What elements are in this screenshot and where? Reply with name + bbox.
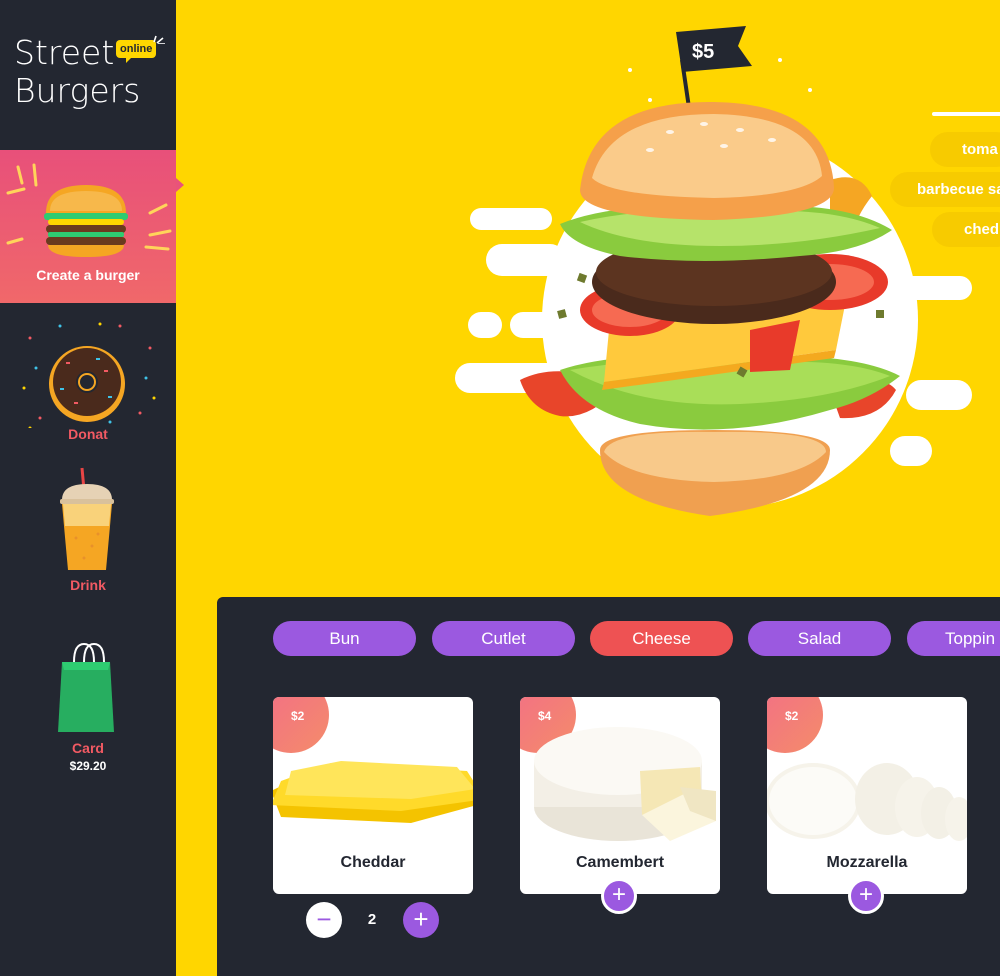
price-badge: $2 — [273, 697, 329, 753]
ingredients-divider — [932, 112, 1000, 116]
shopping-bag-icon — [58, 642, 114, 732]
quantity-increase-button[interactable]: + — [403, 902, 439, 938]
quantity-decrease-button[interactable]: − — [306, 902, 342, 938]
price-text: $2 — [785, 709, 799, 723]
tab-cutlet[interactable]: Cutlet — [432, 621, 575, 656]
logo-line-2: Burgers — [14, 71, 141, 110]
camembert-image — [534, 727, 716, 841]
sidebar-item-label: Drink — [70, 577, 106, 593]
logo-badge: online — [116, 40, 157, 63]
tab-bun[interactable]: Bun — [273, 621, 416, 656]
donut-icon — [22, 322, 156, 428]
tab-toppings[interactable]: Toppin — [907, 621, 1000, 656]
tab-salad[interactable]: Salad — [748, 621, 891, 656]
sidebar-item-label: Donat — [68, 426, 108, 442]
ingredient-tag[interactable]: ched — [932, 212, 1000, 247]
product-name: Camembert — [575, 854, 665, 871]
sidebar-item-drink[interactable]: Drink — [0, 466, 176, 596]
price-text: $2 — [291, 709, 305, 723]
sidebar: Street Burgers online Create a burger Do… — [0, 0, 184, 976]
product-card-cheddar[interactable]: $2 Cheddar — [273, 697, 473, 894]
cart-total: $29.20 — [69, 759, 107, 773]
ingredient-tag[interactable]: barbecue sa — [890, 172, 1000, 207]
price-flag-text: $5 — [692, 41, 714, 63]
burger-icon — [6, 163, 172, 257]
product-name: Mozzarella — [826, 854, 908, 871]
cloud-shape — [468, 312, 502, 338]
mozzarella-image — [767, 763, 967, 841]
ingredient-tag[interactable]: toma — [930, 132, 1000, 167]
product-card-camembert[interactable]: $4 Camembert — [520, 697, 720, 894]
add-mozzarella-button[interactable]: + — [848, 878, 884, 914]
drink-cup-icon — [60, 467, 114, 570]
sidebar-item-label: Create a burger — [36, 267, 140, 283]
quantity-value: 2 — [367, 911, 377, 928]
burger-illustration: $5 — [520, 26, 918, 516]
add-camembert-button[interactable]: + — [601, 878, 637, 914]
product-name: Cheddar — [340, 854, 406, 871]
sidebar-item-card[interactable]: Card $29.20 — [0, 640, 176, 780]
price-badge: $2 — [767, 697, 823, 753]
cheddar-image — [273, 761, 473, 823]
spark-icon — [153, 35, 165, 44]
sidebar-item-create-burger[interactable]: Create a burger — [0, 150, 184, 303]
product-card-mozzarella[interactable]: $2 Mozzarella — [767, 697, 967, 894]
tab-cheese[interactable]: Cheese — [590, 621, 733, 656]
sidebar-item-donat[interactable]: Donat — [0, 318, 176, 446]
sidebar-item-label: Card — [72, 740, 104, 756]
